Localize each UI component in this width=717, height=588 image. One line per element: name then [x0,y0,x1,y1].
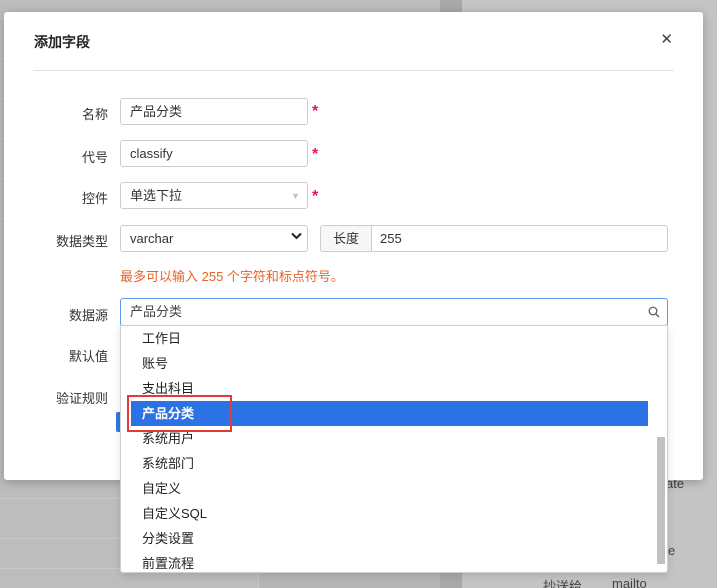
length-input-group: 长度 255 [320,225,668,252]
highlight-annotation-box [127,395,232,432]
required-marker: * [312,188,319,205]
background-text: mailto [612,576,647,588]
control-label: 控件 [81,191,108,206]
dropdown-option[interactable]: 前置流程 [131,551,648,572]
data-source-value: 产品分类 [130,304,183,319]
dropdown-option[interactable]: 分类设置 [131,526,648,551]
name-input[interactable]: 产品分类 [120,98,308,125]
length-hint: 最多可以输入 255 个字符和标点符号。 [120,269,344,284]
background-text: e [668,543,676,558]
close-icon[interactable]: ✕ [660,30,673,48]
control-select[interactable]: 单选下拉 [120,182,308,209]
default-value-label: 默认值 [68,349,108,364]
dropdown-option[interactable]: 自定义SQL [131,501,648,526]
data-type-select[interactable]: varchar [120,225,308,252]
required-marker: * [312,146,319,163]
validation-label: 验证规则 [55,391,108,406]
data-source-search-input[interactable]: 产品分类 [120,298,668,326]
dropdown-option[interactable]: 系统部门 [131,451,648,476]
caret-down-icon: ▼ [291,191,300,201]
dropdown-option[interactable]: 自定义 [131,476,648,501]
data-source-label: 数据源 [68,308,108,323]
dropdown-scrollbar[interactable] [657,437,665,564]
length-input[interactable]: 255 [372,226,402,251]
search-icon [648,306,660,318]
data-source-dropdown: 工作日 账号 支出科目 产品分类 系统用户 系统部门 自定义 自定义SQL 分类… [120,325,668,573]
dialog-title: 添加字段 [34,34,90,50]
dropdown-option[interactable]: 账号 [131,351,648,376]
background-text: 抄送给 [543,579,583,588]
dialog-divider [33,70,674,71]
chevron-down-icon [291,231,302,243]
code-input[interactable]: classify [120,140,308,167]
data-type-label: 数据类型 [55,234,108,249]
length-addon-label: 长度 [321,226,372,251]
code-label: 代号 [81,150,108,165]
dropdown-option[interactable]: 工作日 [131,326,648,351]
name-label: 名称 [81,107,108,122]
required-marker: * [312,103,319,120]
